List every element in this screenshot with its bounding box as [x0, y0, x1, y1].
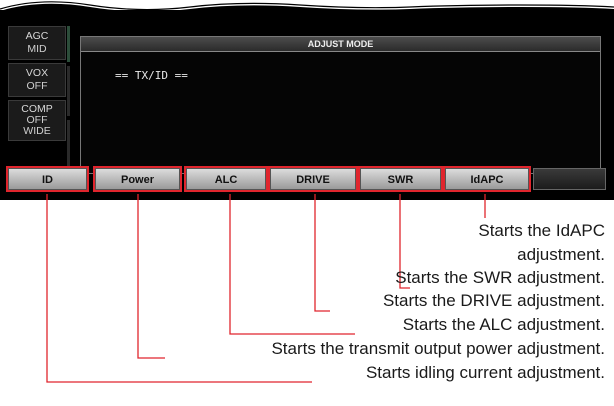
annotation-idapc-line2: adjustment. [517, 245, 605, 264]
annotation-idapc-line1: Starts the IdAPC [478, 221, 605, 240]
annotation-swr: Starts the SWR adjustment. [395, 268, 605, 287]
annotation-power: Starts the transmit output power adjustm… [271, 339, 605, 358]
annotation-id: Starts idling current adjustment. [365, 363, 605, 382]
annotation-drive: Starts the DRIVE adjustment. [382, 291, 605, 310]
annotation-alc: Starts the ALC adjustment. [402, 315, 605, 334]
